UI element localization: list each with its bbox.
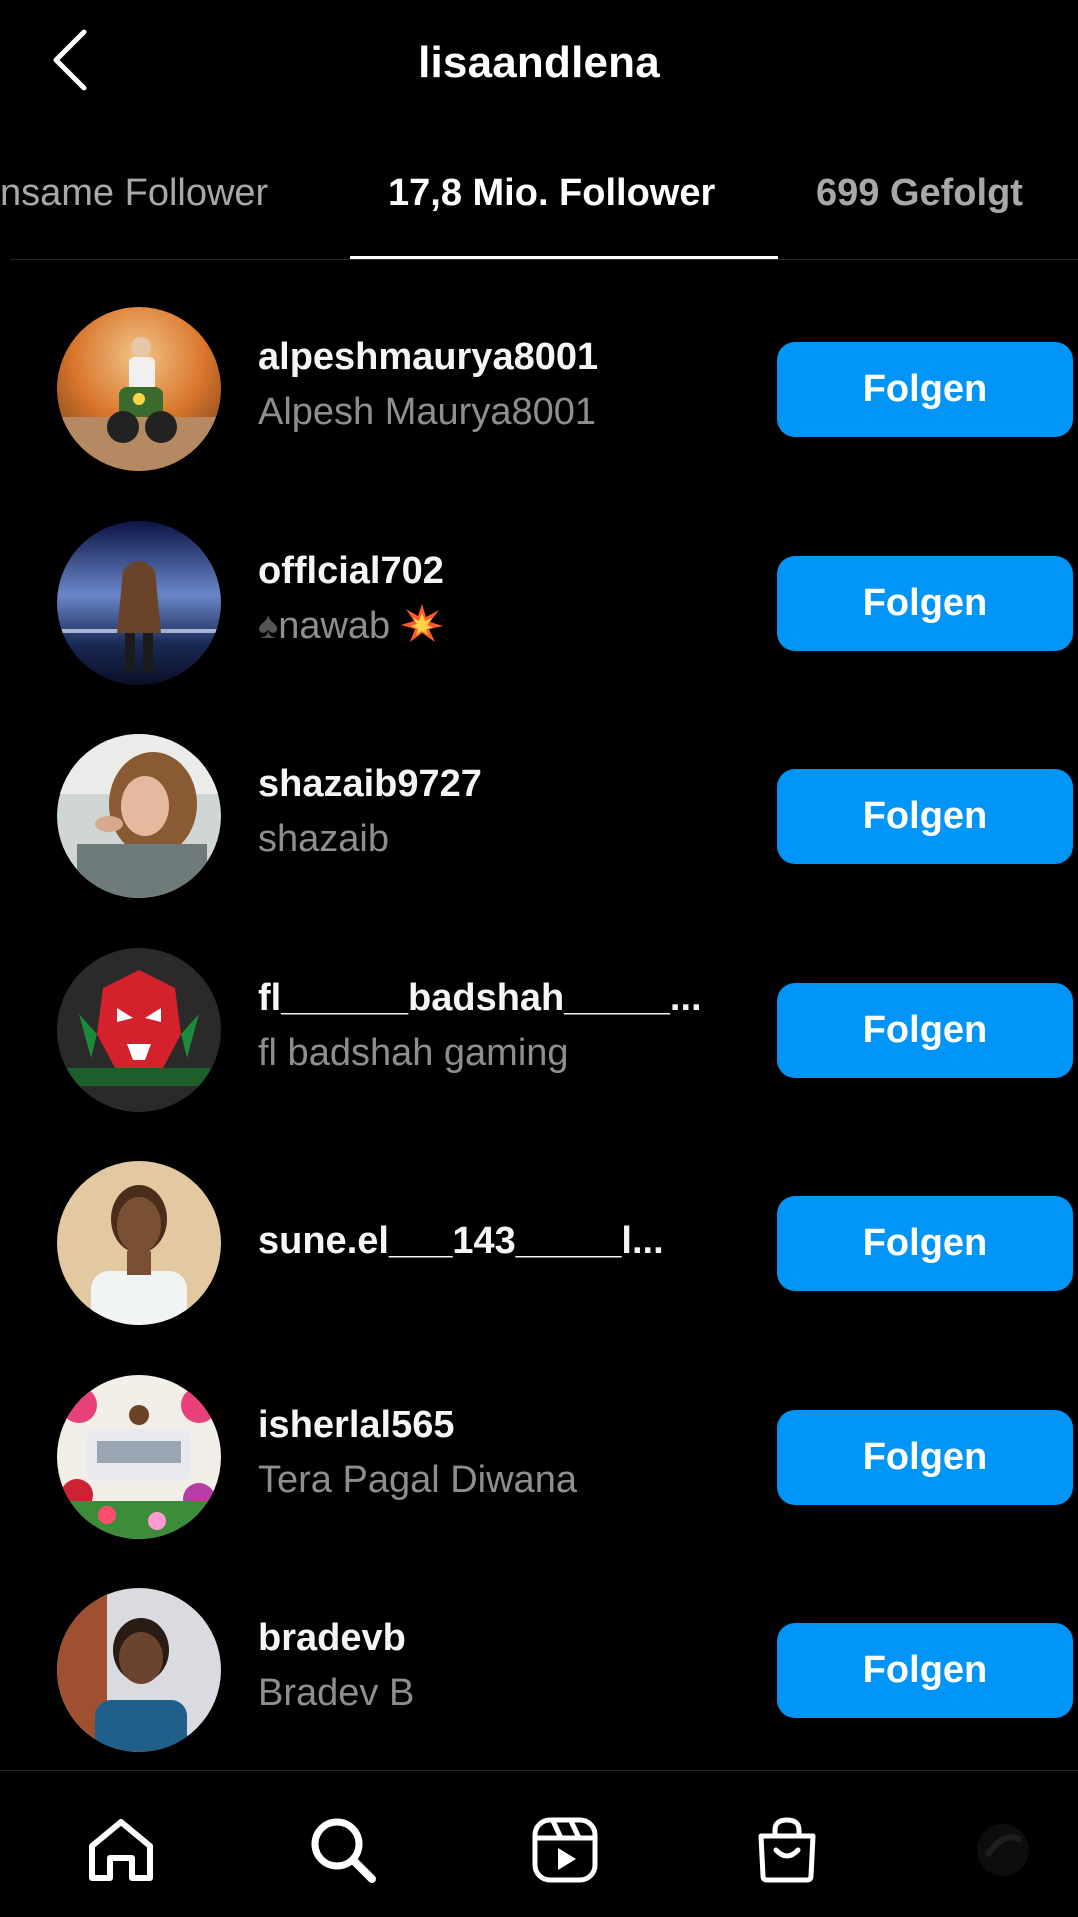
nav-home[interactable] [84,1813,158,1887]
active-tab-indicator [350,256,778,259]
avatar[interactable] [57,734,221,898]
username[interactable]: offlcial702 [258,547,728,595]
list-item[interactable]: shazaib9727 shazaib Folgen [0,710,1078,924]
user-info: sune.el___143_____l... [258,1217,728,1265]
follow-button[interactable]: Folgen [777,1196,1073,1291]
collision-icon [400,603,443,642]
avatar[interactable] [57,1374,221,1539]
follow-tabs: nsame Follower 17,8 Mio. Follower 699 Ge… [0,130,1078,260]
follower-list: alpeshmaurya8001 Alpesh Maurya8001 Folge… [0,283,1078,1778]
username[interactable]: isherlal565 [258,1401,728,1449]
search-icon [311,1818,376,1883]
username[interactable]: shazaib9727 [258,760,728,808]
user-info: fl______badshah_____... fl badshah gamin… [258,974,728,1078]
header: lisaandlena [0,0,1078,130]
user-info: isherlal565 Tera Pagal Diwana [258,1401,728,1505]
nav-search[interactable] [306,1813,380,1887]
avatar[interactable] [57,307,221,471]
user-info: alpeshmaurya8001 Alpesh Maurya8001 [258,333,728,437]
list-item[interactable]: offlcial702 ♠nawab Folgen [0,497,1078,711]
follow-button[interactable]: Folgen [777,1409,1073,1505]
full-name: ♠nawab [258,601,728,651]
follow-button[interactable]: Folgen [777,555,1073,651]
follow-button[interactable]: Folgen [777,769,1073,864]
list-item[interactable]: alpeshmaurya8001 Alpesh Maurya8001 Folge… [0,283,1078,497]
nav-reels[interactable] [528,1813,602,1887]
page-title: lisaandlena [418,38,660,87]
follow-button[interactable]: Folgen [777,1623,1073,1718]
shopping-bag-icon [758,1817,816,1883]
full-name: Tera Pagal Diwana [258,1458,577,1501]
username[interactable]: sune.el___143_____l... [258,1217,728,1265]
avatar[interactable] [57,1161,221,1325]
reels-icon [532,1817,598,1883]
username[interactable]: bradevb [258,1614,728,1662]
username[interactable]: fl______badshah_____... [258,974,728,1022]
user-info: shazaib9727 shazaib [258,760,728,864]
bottom-nav [0,1770,1078,1917]
full-name: fl badshah gaming [258,1031,569,1074]
avatar[interactable] [57,1588,221,1752]
tab-mutual-followers[interactable]: nsame Follower [0,172,322,215]
full-name: shazaib [258,818,389,860]
follow-button[interactable]: Folgen [777,982,1073,1078]
tab-followers[interactable]: 17,8 Mio. Follower [388,172,715,215]
nav-profile[interactable] [966,1813,1040,1887]
full-name: Alpesh Maurya8001 [258,391,596,433]
list-item[interactable]: isherlal565 Tera Pagal Diwana Folgen [0,1351,1078,1565]
list-item[interactable]: bradevb Bradev B Folgen [0,1564,1078,1778]
home-icon [89,1819,153,1881]
follow-button[interactable]: Folgen [777,342,1073,437]
full-name: Bradev B [258,1672,415,1714]
avatar[interactable] [57,947,221,1112]
nav-shop[interactable] [750,1813,824,1887]
list-item[interactable]: sune.el___143_____l... Folgen [0,1137,1078,1351]
user-info: bradevb Bradev B [258,1614,728,1718]
profile-avatar [977,1824,1029,1876]
spade-icon: ♠ [258,604,279,647]
list-item[interactable]: fl______badshah_____... fl badshah gamin… [0,924,1078,1138]
user-info: offlcial702 ♠nawab [258,547,728,651]
tab-following[interactable]: 699 Gefolgt [816,172,1023,215]
username[interactable]: alpeshmaurya8001 [258,333,728,381]
avatar[interactable] [57,520,221,685]
